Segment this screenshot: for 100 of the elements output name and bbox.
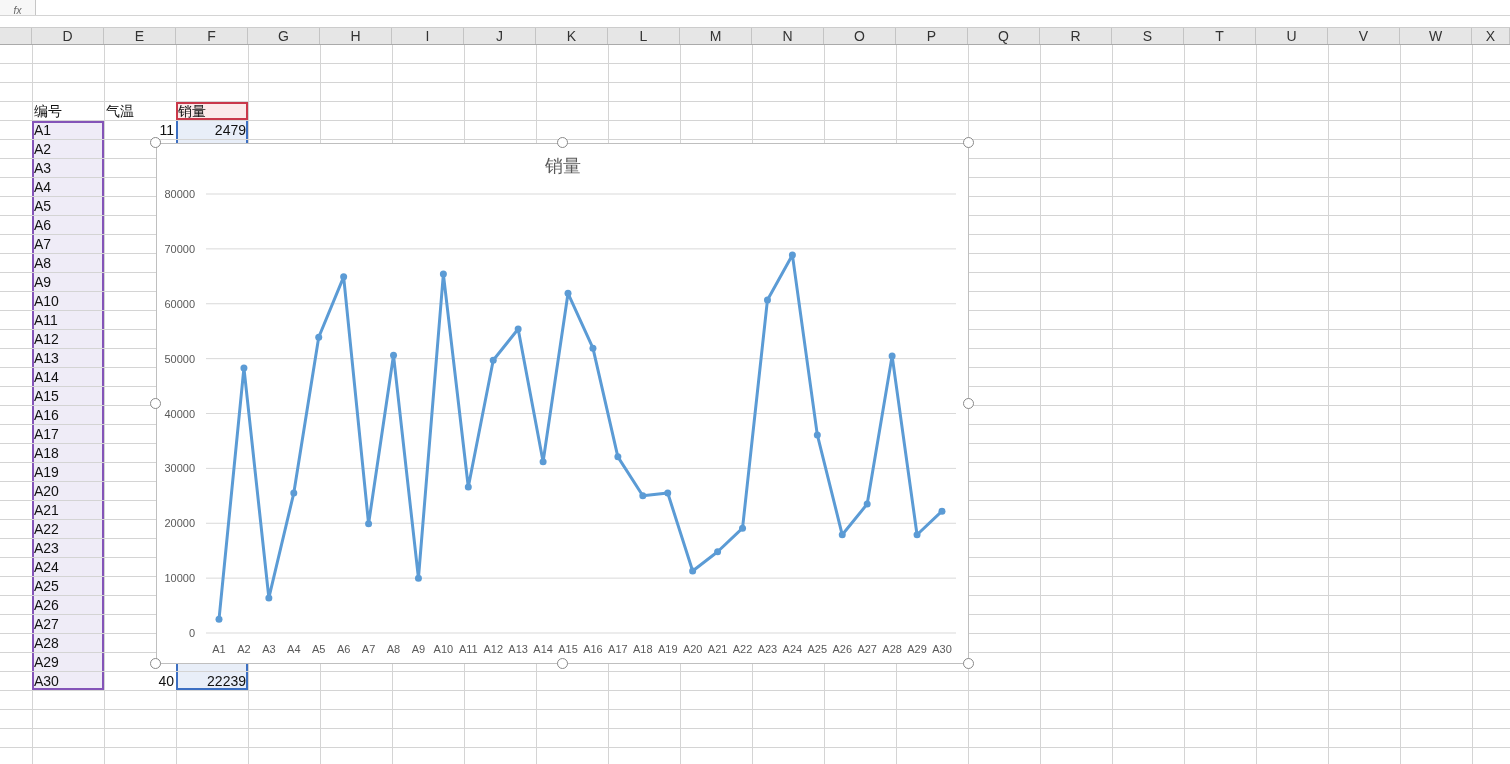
resize-handle[interactable] — [150, 397, 161, 409]
axis-tick-label: A18 — [633, 643, 653, 655]
data-point — [240, 364, 248, 372]
resize-handle[interactable] — [963, 397, 974, 409]
column-header[interactable]: H — [320, 28, 392, 44]
data-point — [514, 325, 522, 333]
axis-tick-label: A10 — [433, 643, 454, 655]
data-point — [714, 548, 722, 556]
axis-tick-label: A30 — [932, 643, 952, 655]
axis-tick-label: A13 — [508, 643, 528, 655]
data-point — [739, 524, 747, 532]
axis-tick-label: 50000 — [164, 352, 195, 365]
axis-tick-label: A11 — [458, 643, 478, 655]
resize-handle[interactable] — [963, 658, 974, 669]
axis-tick-label: 80000 — [164, 188, 195, 200]
data-point — [614, 453, 622, 461]
column-header[interactable]: X — [1472, 28, 1510, 44]
column-header[interactable]: I — [392, 28, 464, 44]
data-point — [439, 270, 447, 278]
column-header[interactable]: M — [680, 28, 752, 44]
data-point — [539, 458, 547, 466]
axis-tick-label: A7 — [361, 643, 376, 655]
column-header[interactable]: T — [1184, 28, 1256, 44]
axis-tick-label: A15 — [558, 643, 578, 655]
data-point — [464, 483, 472, 491]
table-cell: A21 — [32, 501, 104, 520]
axis-tick-label: A14 — [533, 643, 553, 655]
data-point — [938, 507, 946, 515]
table-cell: A23 — [32, 539, 104, 558]
axis-tick-label: 30000 — [164, 462, 195, 475]
table-cell: A28 — [32, 634, 104, 653]
column-header[interactable]: L — [608, 28, 680, 44]
column-header[interactable]: G — [248, 28, 320, 44]
table-cell: A19 — [32, 463, 104, 482]
data-point — [838, 531, 846, 539]
table-cell: A12 — [32, 330, 104, 349]
table-cell: A24 — [32, 558, 104, 577]
table-cell: A16 — [32, 406, 104, 425]
data-point — [689, 567, 697, 575]
column-header[interactable]: J — [464, 28, 536, 44]
axis-tick-label: A29 — [907, 643, 927, 655]
table-cell: 22239 — [176, 672, 248, 691]
function-button[interactable]: fx — [0, 0, 36, 15]
table-cell: A29 — [32, 653, 104, 672]
column-header[interactable]: P — [896, 28, 968, 44]
axis-tick-label: A16 — [583, 643, 603, 655]
column-header[interactable]: U — [1256, 28, 1328, 44]
data-point — [788, 251, 796, 259]
axis-tick-label: A19 — [657, 643, 678, 655]
table-cell: A4 — [32, 178, 104, 197]
table-cell: A11 — [32, 311, 104, 330]
data-point — [564, 289, 572, 297]
data-point — [863, 500, 871, 508]
table-cell: A26 — [32, 596, 104, 615]
data-point — [489, 356, 497, 364]
table-cell: A22 — [32, 520, 104, 539]
axis-tick-label: A8 — [386, 643, 401, 655]
chart-area[interactable]: 销量 0 10000 20000 30000 40000 50000 60000 70000 80000 A1 A2 A3 A4 A5 A6 A7 A8 A9 A10 A11 A12 A13 A14 A15 A16 A17 A18 A19 A20 A21 A22 A23 A24 A25 A26 A27 A28 A29 A30 — [156, 143, 969, 664]
axis-tick-label: A4 — [287, 643, 301, 655]
resize-handle[interactable] — [150, 137, 161, 148]
column-header[interactable]: S — [1112, 28, 1184, 44]
column-header[interactable]: Q — [968, 28, 1040, 44]
table-cell: A3 — [32, 159, 104, 178]
data-point — [390, 351, 397, 359]
column-header[interactable]: V — [1328, 28, 1400, 44]
axis-tick-label: 10000 — [164, 572, 195, 585]
axis-tick-label: A24 — [782, 643, 803, 655]
data-point — [813, 431, 821, 439]
data-point — [315, 333, 323, 341]
axis-tick-label: 40000 — [164, 407, 195, 420]
axis-tick-label: A2 — [237, 643, 251, 655]
column-header[interactable]: N — [752, 28, 824, 44]
axis-tick-label: A28 — [882, 643, 902, 655]
table-cell: A7 — [32, 235, 104, 254]
axis-tick-label: A21 — [707, 643, 728, 655]
axis-tick-label: A5 — [312, 643, 326, 655]
resize-handle[interactable] — [556, 658, 568, 669]
column-header[interactable]: O — [824, 28, 896, 44]
data-point — [664, 489, 672, 497]
resize-handle[interactable] — [150, 658, 161, 669]
data-point — [265, 594, 273, 602]
table-cell: A8 — [32, 254, 104, 273]
column-header[interactable]: K — [536, 28, 608, 44]
data-point — [215, 615, 223, 623]
table-cell: A5 — [32, 197, 104, 216]
table-cell: A27 — [32, 615, 104, 634]
axis-tick-label: A22 — [732, 643, 753, 655]
resize-handle[interactable] — [556, 137, 568, 148]
data-point — [589, 344, 597, 352]
column-header[interactable]: F — [176, 28, 248, 44]
table-cell: A2 — [32, 140, 104, 159]
data-point — [365, 520, 373, 528]
column-header[interactable]: W — [1400, 28, 1472, 44]
table-cell: A25 — [32, 577, 104, 596]
column-header[interactable]: D — [32, 28, 104, 44]
column-header[interactable]: R — [1040, 28, 1112, 44]
table-cell: A15 — [32, 387, 104, 406]
table-cell: A30 — [32, 672, 104, 691]
resize-handle[interactable] — [963, 137, 974, 148]
column-header[interactable]: E — [104, 28, 176, 44]
